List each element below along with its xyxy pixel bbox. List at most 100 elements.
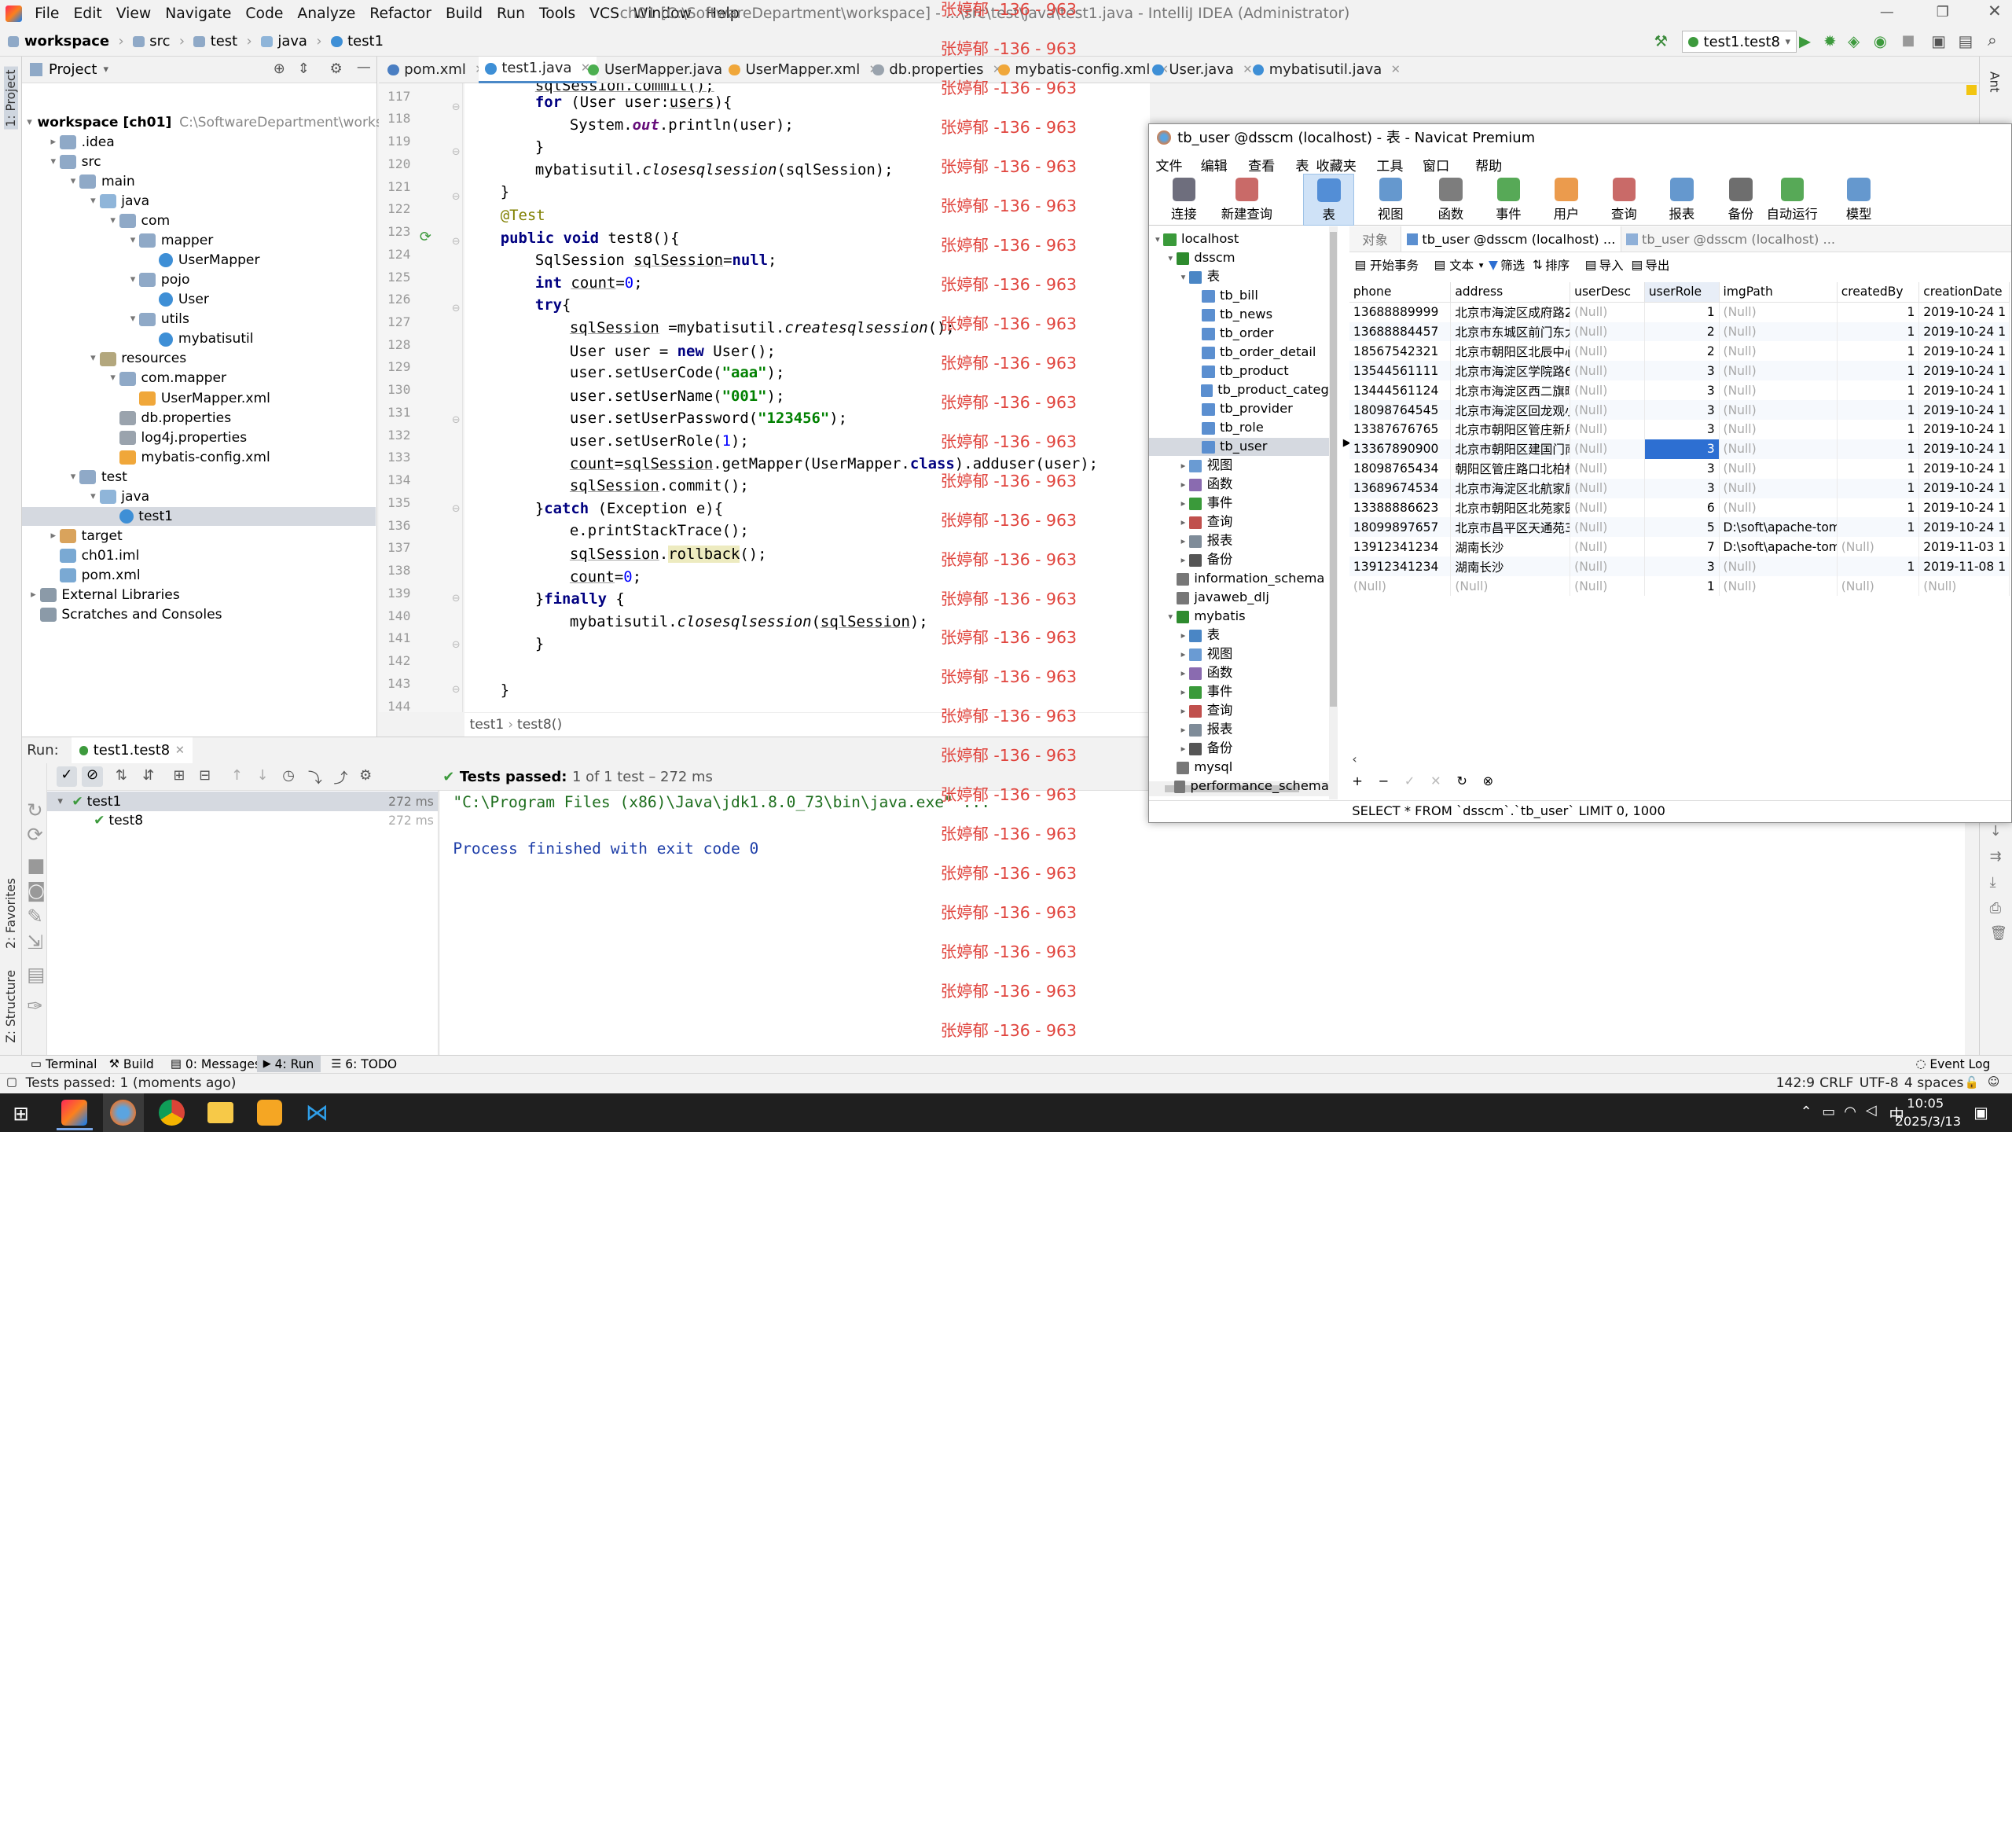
project-view-label[interactable]: Project [49, 61, 97, 78]
navicat-tree-node[interactable]: ▸ 函数 [1149, 664, 1329, 682]
navicat-tree-node[interactable]: performance_schema [1149, 777, 1329, 795]
fold-marker-icon[interactable]: ⊖ [452, 101, 461, 113]
table-row[interactable]: 13387676765 北京市朝阳区管庄新月 (Null) 3 (Null) 1 2019-… [1349, 420, 2010, 439]
navicat-toolbar-button[interactable]: 用户 [1540, 174, 1592, 225]
data-grid[interactable]: phone address userDesc userRole imgPath creat… [1349, 281, 2010, 597]
table-cell[interactable]: 3 [1644, 420, 1720, 439]
table-row[interactable]: 13912341234 湖南长沙 (Null) 7 D:\soft\apache-tom… [1349, 537, 2010, 557]
console-output[interactable]: "C:\Program Files (x86)\Java\jdk1.8.0_73… [440, 790, 1965, 1056]
apply-icon[interactable]: ✓ [1404, 773, 1415, 788]
table-cell[interactable]: 1 [1644, 302, 1720, 322]
chevron-down-icon[interactable]: ▾ [86, 192, 99, 211]
inspector-icon[interactable]: ☺ [1988, 1075, 1999, 1089]
menu-file[interactable]: File [35, 6, 59, 22]
table-cell[interactable]: 3 [1644, 361, 1720, 381]
breadcrumb-class[interactable]: test1 [470, 717, 505, 733]
navicat-tree-node[interactable]: ▸ 事件 [1149, 683, 1329, 701]
chevron-down-icon[interactable]: ▾ [86, 487, 99, 506]
navicat-menu-item[interactable]: 窗口 [1423, 155, 1449, 175]
table-cell[interactable]: (Null) [1570, 537, 1645, 557]
editor-tab[interactable]: mybatisutil.java ✕ [1246, 57, 1407, 83]
chevron-right-icon[interactable]: ▸ [1177, 721, 1189, 739]
table-cell[interactable]: 2019-10-24 1 [1918, 498, 2010, 518]
project-tree-node[interactable]: log4j.properties [22, 428, 376, 447]
table-cell[interactable]: 5 [1644, 517, 1720, 538]
show-passed-icon[interactable]: ✓ [56, 766, 77, 787]
navicat-toolbar-button[interactable]: 新建查询 [1216, 174, 1277, 225]
breadcrumb-item[interactable]: workspace [24, 33, 109, 50]
table-cell[interactable]: 3 [1644, 439, 1720, 459]
table-cell[interactable]: (Null) [1570, 576, 1645, 597]
previous-failed-icon[interactable]: ↑ [231, 767, 243, 784]
navicat-tree-node[interactable]: ▸ 表 [1149, 626, 1329, 645]
todo-tab[interactable]: ☰ 6: TODO [331, 1057, 397, 1071]
clock-date[interactable]: 2025/3/13 [1895, 1114, 1961, 1129]
project-tree-node[interactable]: db.properties [22, 409, 376, 428]
navicat-tree-node[interactable]: tb_provider [1149, 400, 1329, 418]
table-cell[interactable]: (Null) [1719, 361, 1838, 381]
table-cell[interactable]: (Null) [1719, 458, 1838, 479]
table-cell[interactable]: 1 [1837, 498, 1920, 518]
import-tests-icon[interactable]: ⤵ [308, 767, 322, 788]
scroll-down-icon[interactable]: ↓ [1990, 823, 2002, 839]
table-cell[interactable]: (Null) [1570, 498, 1645, 518]
vscode-icon[interactable]: ⋈ [306, 1100, 332, 1126]
table-cell[interactable]: 3 [1644, 478, 1720, 498]
table-cell[interactable]: 2 [1644, 341, 1720, 362]
table-cell[interactable]: 1 [1837, 478, 1920, 498]
table-cell[interactable]: 2019-10-24 1 [1918, 458, 2010, 479]
export-button[interactable]: 导出 [1645, 256, 1669, 274]
table-cell[interactable]: 1 [1837, 321, 1920, 342]
chevron-right-icon[interactable]: ▸ [47, 527, 60, 546]
line-separator[interactable]: CRLF [1819, 1075, 1853, 1091]
history-icon[interactable]: ◷ [282, 767, 295, 784]
table-row[interactable]: 13388886623 北京市朝阳区北苑家园 (Null) 6 (Null) 1 2019-… [1349, 498, 2010, 518]
chevron-down-icon[interactable]: ▾ [107, 211, 119, 230]
restore-icon[interactable]: ❐ [1937, 4, 1949, 20]
stop-query-icon[interactable]: ⊗ [1482, 773, 1493, 788]
navicat-tree-node[interactable]: ▸ 函数 [1149, 476, 1329, 494]
project-tree-node[interactable]: ▾ src [22, 152, 376, 171]
navicat-toolbar-button[interactable]: 自动运行 [1764, 174, 1820, 225]
table-row[interactable]: 13689674534 北京市海淀区北航家属 (Null) 3 (Null) 1 2019-… [1349, 478, 2010, 498]
menu-run[interactable]: Run [497, 6, 525, 22]
table-cell[interactable]: (Null) [1837, 576, 1920, 597]
expand-all-icon[interactable]: ⊞ [173, 767, 185, 784]
delete-record-icon[interactable]: − [1378, 773, 1389, 788]
windows-start-icon[interactable]: ⊞ [13, 1102, 29, 1125]
column-header[interactable]: userRole [1644, 281, 1720, 303]
profile-icon[interactable]: ◉ [1874, 32, 1887, 50]
column-header[interactable]: createdBy [1837, 281, 1920, 303]
table-cell[interactable]: 3 [1644, 458, 1720, 479]
terminal-tab[interactable]: ▭ Terminal [31, 1057, 97, 1071]
table-row[interactable]: 18567542321 北京市朝阳区北辰中心 (Null) 2 (Null) 1 2019-… [1349, 341, 2010, 362]
table-tab-active[interactable]: tb_user @dsscm (localhost) ... [1401, 226, 1621, 252]
navicat-tree-node[interactable]: ▸ 备份 [1149, 740, 1329, 758]
project-tree-node[interactable]: ▾ main [22, 172, 376, 191]
caret-position[interactable]: 142:9 [1776, 1075, 1815, 1091]
intellij-taskbar-icon[interactable] [61, 1100, 87, 1126]
menu-tools[interactable]: Tools [539, 6, 575, 22]
table-cell[interactable]: 1 [1837, 380, 1920, 401]
structure-tool-tab[interactable]: Z: Structure [4, 970, 18, 1043]
table-cell[interactable]: 北京市朝阳区北辰中心 [1450, 341, 1571, 362]
warning-marker-icon[interactable] [1966, 84, 1977, 95]
sort-duration-icon[interactable]: ⇵ [142, 767, 154, 784]
table-cell[interactable]: 13444561124 [1349, 380, 1452, 401]
navicat-tree-node[interactable]: tb_order [1149, 325, 1329, 343]
table-cell[interactable]: 1 [1837, 302, 1920, 322]
breadcrumb-method[interactable]: test8() [517, 717, 562, 733]
chevron-right-icon[interactable]: ▸ [1177, 476, 1189, 494]
hide-icon[interactable]: — [357, 59, 371, 75]
print-icon[interactable]: ⎙ [1990, 900, 2001, 917]
chevron-right-icon[interactable]: ▸ [47, 133, 60, 152]
column-header[interactable]: phone [1349, 281, 1452, 303]
chevron-right-icon[interactable]: ▸ [1177, 513, 1189, 531]
toggle-auto-test-icon[interactable]: ⟳ [27, 823, 43, 846]
breadcrumb-item[interactable]: java [277, 33, 307, 50]
chrome-taskbar-icon[interactable] [159, 1100, 185, 1126]
chevron-down-icon[interactable]: ▾ [127, 231, 139, 250]
table-cell[interactable]: 3 [1644, 400, 1720, 420]
navicat-tree-node[interactable]: ▸ 事件 [1149, 494, 1329, 513]
table-cell[interactable]: 1 [1644, 576, 1720, 597]
